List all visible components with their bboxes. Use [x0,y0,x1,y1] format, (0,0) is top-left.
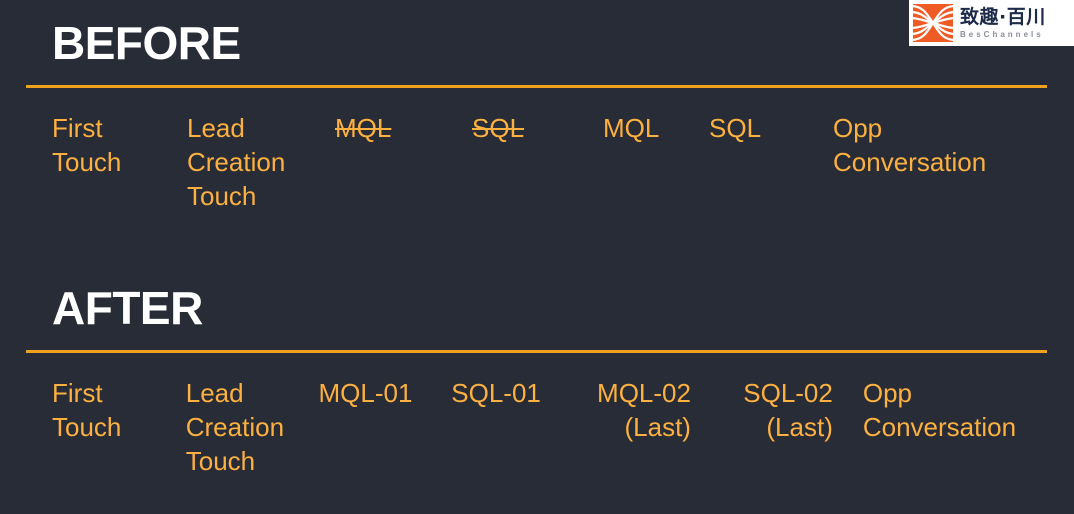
stage-row-before: First Touch Lead Creation Touch MQL SQL … [0,111,1074,214]
stage-item: Lead Creation Touch [187,111,335,214]
section-title-after: AFTER [52,283,1074,335]
stage-item: Opp Conversation [833,111,1018,214]
stage-item: First Touch [52,376,186,479]
slide-canvas: 致趣·百川 BesChannels BEFORE First Touch Lea… [0,0,1074,514]
stage-item: First Touch [52,111,187,214]
stage-row-after: First Touch Lead Creation Touch MQL-01 S… [0,376,1074,479]
stage-item: SQL-02 (Last) [723,376,863,479]
section-divider-before [26,85,1047,88]
stage-item: SQL-01 [451,376,585,479]
section-after: AFTER First Touch Lead Creation Touch MQ… [0,283,1074,478]
stage-item: Opp Conversation [863,376,1056,479]
stage-item: Lead Creation Touch [186,376,319,479]
section-divider-after [26,350,1047,353]
section-title-before: BEFORE [52,18,1074,70]
section-before: BEFORE First Touch Lead Creation Touch M… [0,18,1074,213]
stage-item: MQL [603,111,709,214]
stage-item: MQL [335,111,472,214]
stage-item: SQL [472,111,603,214]
stage-item: MQL-01 [319,376,452,479]
stage-item: MQL-02 (Last) [585,376,723,479]
stage-item: SQL [709,111,833,214]
